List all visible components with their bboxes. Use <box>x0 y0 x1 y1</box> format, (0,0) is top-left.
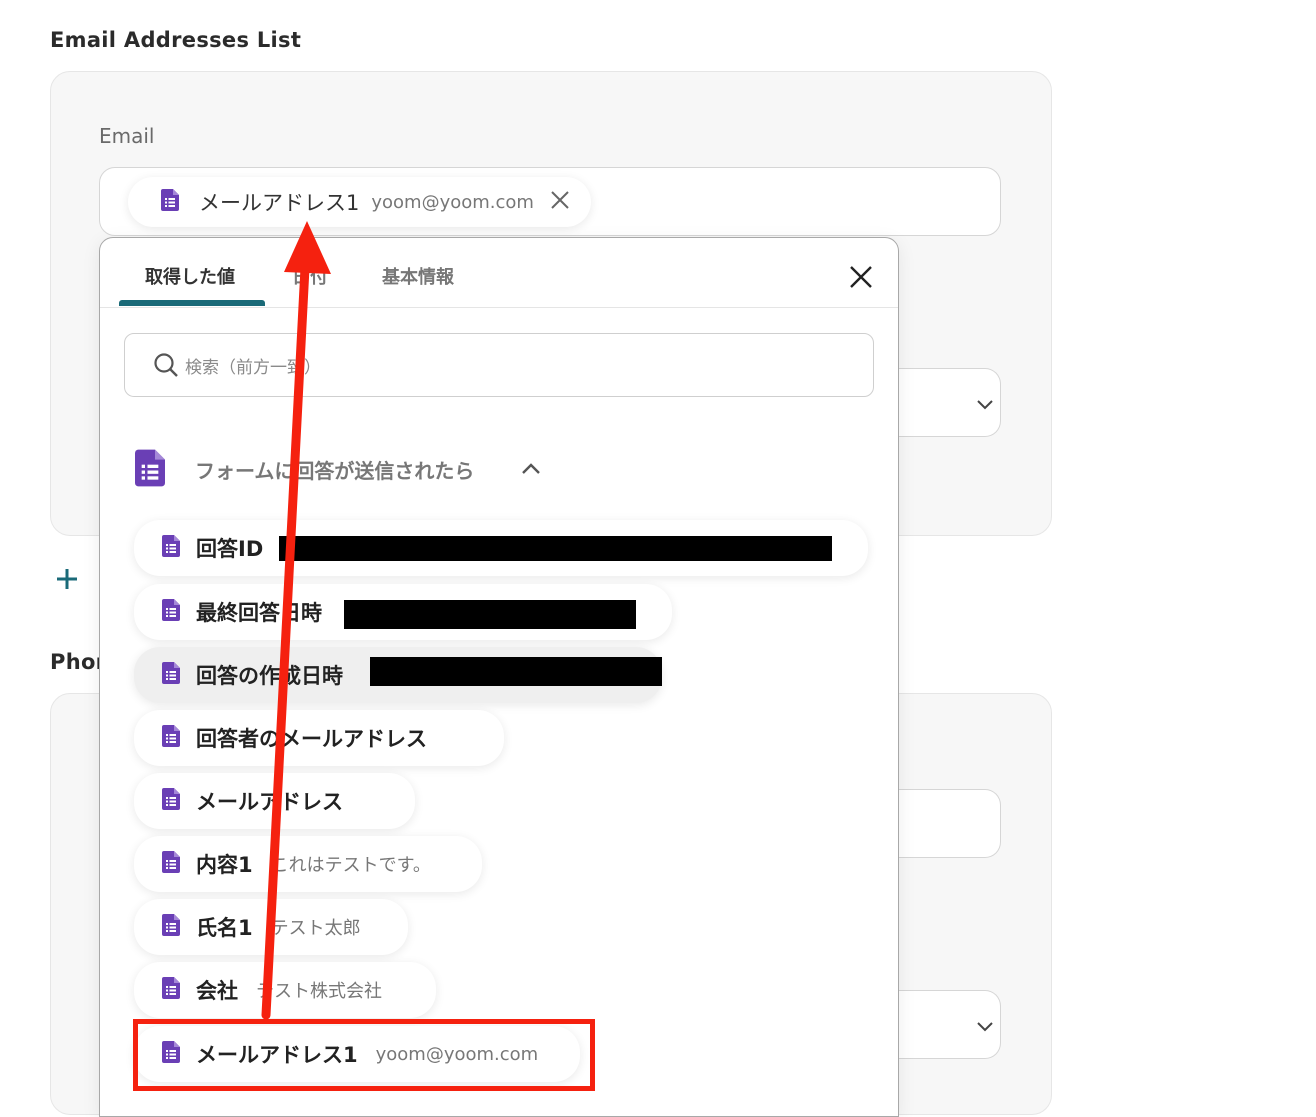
annotation-arrow <box>261 221 331 1020</box>
